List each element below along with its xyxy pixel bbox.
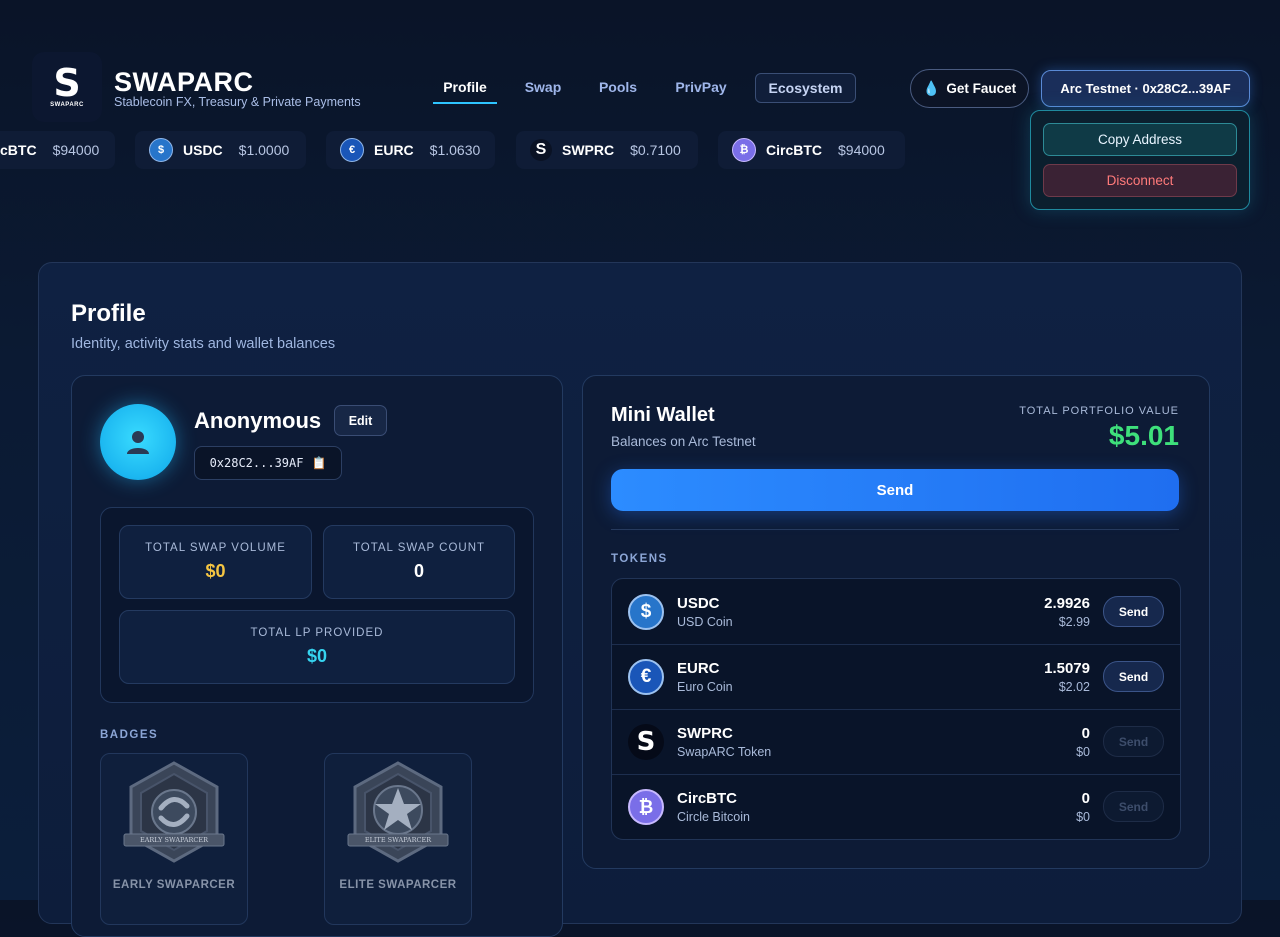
token-send-button[interactable]: Send — [1103, 791, 1164, 822]
wallet-button[interactable]: Arc Testnet · 0x28C2...39AF — [1041, 70, 1250, 107]
ticker-price: $94000 — [838, 142, 885, 158]
nav-tab-profile[interactable]: Profile — [433, 72, 497, 104]
ticker-price: $1.0630 — [429, 142, 481, 158]
token-row-usdc: $ USDC USD Coin 2.9926 $2.99 Send — [612, 579, 1180, 645]
token-name: SwapARC Token — [677, 745, 772, 759]
nav-tab-ecosystem[interactable]: Ecosystem — [755, 73, 856, 103]
ticker-symbol: EURC — [374, 142, 414, 158]
nav-tab-pools[interactable]: Pools — [590, 72, 646, 102]
ticker-item: ₿ CircBTC $94000 — [718, 131, 905, 169]
send-button[interactable]: Send — [611, 469, 1179, 511]
ticker-price: $1.0000 — [238, 142, 290, 158]
ticker-price: $94000 — [52, 142, 100, 158]
token-symbol: EURC — [677, 660, 720, 677]
badges-heading: BADGES — [100, 729, 159, 741]
stat-value: 0 — [413, 561, 424, 581]
token-row-eurc: € EURC Euro Coin 1.5079 $2.02 Send — [612, 644, 1180, 710]
address-text: 0x28C2...39AF — [209, 456, 304, 470]
token-send-button[interactable]: Send — [1103, 596, 1164, 627]
stat-total-swap-volume: TOTAL SWAP VOLUME $0 — [119, 525, 312, 599]
token-amount: 1.5079 — [1044, 660, 1090, 677]
wallet-dropdown: Copy Address Disconnect — [1030, 110, 1250, 210]
ticker-symbol: CircBTC — [766, 142, 823, 158]
badge-art-text: EARLY SWAPARCER — [139, 836, 209, 844]
token-row-swprc: S SWPRC SwapARC Token 0 $0 Send — [612, 709, 1180, 775]
portfolio-value-label: TOTAL PORTFOLIO VALUE — [1019, 405, 1179, 417]
token-usd-value: $2.99 — [1058, 615, 1090, 629]
eurc-icon: € — [628, 659, 664, 695]
profile-name: Anonymous — [194, 408, 322, 433]
stat-value: $0 — [205, 561, 226, 581]
divider — [611, 529, 1179, 530]
portfolio-value: $5.01 — [1108, 420, 1179, 451]
token-amount: 0 — [1081, 790, 1090, 807]
tokens-heading: TOKENS — [611, 553, 668, 565]
token-name: Euro Coin — [677, 680, 733, 694]
stat-label: TOTAL SWAP COUNT — [352, 542, 486, 554]
logo[interactable]: S SWAPARC — [32, 52, 102, 122]
address-chip[interactable]: 0x28C2...39AF 📋 — [194, 446, 342, 480]
mini-wallet-title: Mini Wallet — [611, 404, 715, 426]
stat-total-swap-count: TOTAL SWAP COUNT 0 — [323, 525, 515, 599]
mini-wallet-subtitle: Balances on Arc Testnet — [611, 434, 756, 449]
badge-label: ELITE SWAPARCER — [339, 879, 457, 891]
token-symbol: SWPRC — [677, 725, 733, 742]
nav-tab-privpay[interactable]: PrivPay — [665, 72, 737, 102]
token-symbol: CircBTC — [677, 790, 738, 807]
badge-art-text: ELITE SWAPARCER — [364, 836, 432, 844]
page-title: Profile — [71, 300, 146, 327]
badge-elite-swaparcer[interactable]: ELITE SWAPARCER ELITE SWAPARCER — [324, 753, 472, 925]
nav-tab-swap[interactable]: Swap — [515, 72, 571, 102]
user-icon — [127, 431, 149, 454]
ticker-symbol: cBTC — [0, 142, 37, 158]
usdc-icon: $ — [628, 594, 664, 630]
token-name: Circle Bitcoin — [677, 810, 750, 824]
early-swaparcer-badge-icon — [123, 761, 225, 863]
page-subtitle: Identity, activity stats and wallet bala… — [71, 336, 336, 352]
ticker-price: $0.7100 — [630, 142, 681, 158]
ticker-item: cBTC $94000 — [0, 131, 115, 169]
token-send-button[interactable]: Send — [1103, 726, 1164, 757]
water-drop-icon: 💧 — [922, 80, 941, 96]
token-row-circbtc: ₿ CircBTC Circle Bitcoin 0 $0 Send — [612, 774, 1180, 839]
token-amount: 0 — [1081, 725, 1090, 742]
ticker-item: $ USDC $1.0000 — [135, 131, 306, 169]
brand-name: SWAPARC — [114, 67, 254, 97]
circbtc-icon: ₿ — [732, 138, 756, 162]
swprc-icon: S — [628, 724, 664, 760]
token-list: $ USDC USD Coin 2.9926 $2.99 Send € EURC… — [611, 578, 1181, 840]
stat-total-lp-provided: TOTAL LP PROVIDED $0 — [119, 610, 515, 684]
elite-swaparcer-badge-icon — [347, 761, 449, 863]
ticker-symbol: USDC — [183, 142, 223, 158]
logo-letter: S — [53, 61, 81, 105]
token-usd-value: $2.02 — [1058, 680, 1090, 694]
edit-profile-button[interactable]: Edit — [334, 405, 387, 436]
get-faucet-button[interactable]: 💧 Get Faucet — [910, 69, 1029, 108]
clipboard-icon[interactable]: 📋 — [311, 456, 326, 470]
circbtc-icon: ₿ — [628, 789, 664, 825]
usdc-icon: $ — [149, 138, 173, 162]
stat-label: TOTAL LP PROVIDED — [250, 627, 384, 639]
token-symbol: USDC — [677, 595, 720, 612]
logo-wordmark: SWAPARC — [50, 102, 84, 108]
faucet-label: Get Faucet — [946, 81, 1017, 96]
ticker-item: S SWPRC $0.7100 — [516, 131, 698, 169]
badge-early-swaparcer[interactable]: EARLY SWAPARCER EARLY SWAPARCER — [100, 753, 248, 925]
token-amount: 2.9926 — [1044, 595, 1090, 612]
avatar[interactable] — [100, 404, 176, 480]
copy-address-button[interactable]: Copy Address — [1043, 123, 1237, 156]
token-name: USD Coin — [677, 615, 733, 629]
stat-value: $0 — [306, 646, 328, 666]
eurc-icon: € — [340, 138, 364, 162]
brand-tagline: Stablecoin FX, Treasury & Private Paymen… — [114, 95, 361, 109]
disconnect-button[interactable]: Disconnect — [1043, 164, 1237, 197]
token-send-button[interactable]: Send — [1103, 661, 1164, 692]
ticker-item: € EURC $1.0630 — [326, 131, 495, 169]
token-usd-value: $0 — [1076, 745, 1090, 759]
swprc-icon: S — [530, 139, 552, 161]
badge-label: EARLY SWAPARCER — [112, 879, 236, 891]
stat-label: TOTAL SWAP VOLUME — [145, 542, 286, 554]
ticker-symbol: SWPRC — [562, 142, 615, 158]
token-usd-value: $0 — [1076, 810, 1090, 824]
